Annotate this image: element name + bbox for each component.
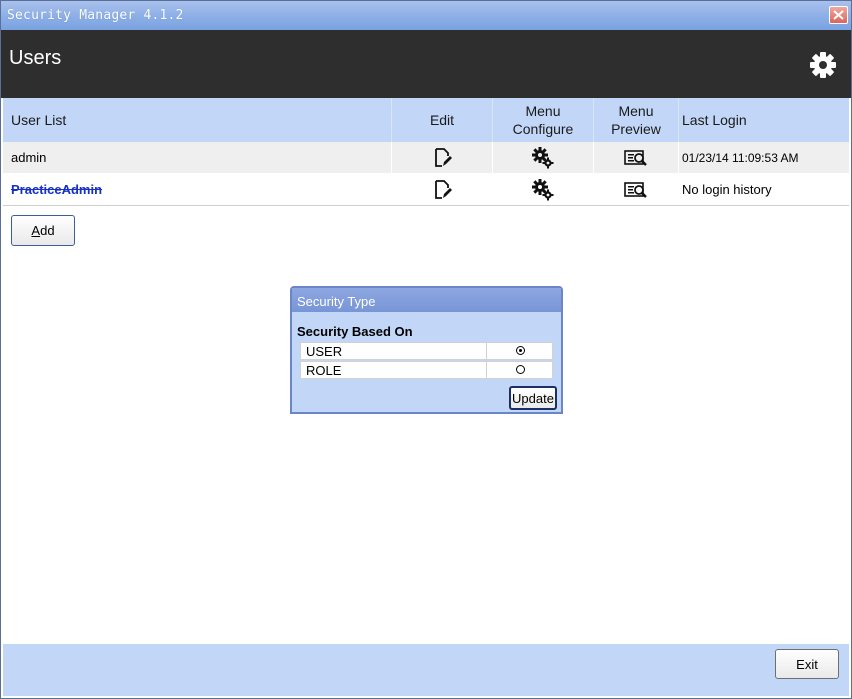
menu-configure-button[interactable]: [493, 142, 593, 173]
page-title: Users: [9, 47, 62, 69]
update-button[interactable]: Update: [509, 386, 557, 410]
title-bar[interactable]: Security Manager 4.1.2: [1, 1, 851, 30]
close-button[interactable]: [829, 6, 848, 24]
gear-icon[interactable]: [809, 51, 837, 79]
user-name[interactable]: PracticeAdmin: [11, 174, 391, 205]
close-icon: [833, 10, 844, 20]
menu-preview-button[interactable]: [594, 174, 678, 205]
menu-configure-button[interactable]: [493, 174, 593, 205]
edit-document-icon: [435, 179, 452, 199]
dialog-title: Security Type: [297, 294, 376, 309]
column-header-menu-configure[interactable]: Menu Configure: [493, 98, 593, 142]
app-window: Security Manager 4.1.2 Users User List E…: [0, 0, 852, 699]
radio-user[interactable]: [516, 346, 525, 355]
last-login-value: No login history: [682, 182, 772, 197]
security-based-on-label: Security Based On: [297, 324, 413, 339]
add-button-accel: A: [31, 223, 41, 238]
edit-document-icon: [435, 147, 452, 167]
window-title: Security Manager 4.1.2: [7, 8, 184, 23]
exit-button[interactable]: Exit: [775, 649, 839, 679]
gears-icon: [532, 146, 554, 168]
radio-role[interactable]: [516, 365, 525, 374]
edit-button[interactable]: [392, 142, 492, 173]
footer-bar: Exit: [3, 644, 849, 696]
option-label: ROLE: [306, 363, 342, 378]
column-header-menu-preview[interactable]: Menu Preview: [594, 98, 678, 142]
user-grid-header: User List Edit Menu Configure Menu Previ…: [3, 98, 849, 142]
security-option-user[interactable]: USER: [300, 342, 553, 360]
menu-preview-button[interactable]: [594, 142, 678, 173]
option-label: USER: [306, 344, 343, 359]
table-row[interactable]: PracticeAdmin No login history: [3, 174, 849, 206]
disabled-user-name[interactable]: PracticeAdmin: [11, 182, 102, 197]
user-name[interactable]: admin: [11, 142, 391, 173]
add-button-label: dd: [40, 223, 55, 238]
column-header-user-list[interactable]: User List: [11, 98, 391, 142]
add-user-button[interactable]: Add: [11, 215, 75, 246]
gears-icon: [532, 178, 554, 200]
preview-icon: [624, 181, 647, 198]
edit-button[interactable]: [392, 174, 492, 205]
table-row[interactable]: admin 01/23/14 11:09:53 AM: [3, 142, 849, 173]
dialog-title-bar[interactable]: Security Type: [292, 288, 561, 312]
security-option-role[interactable]: ROLE: [300, 361, 553, 379]
column-header-edit[interactable]: Edit: [392, 98, 492, 142]
preview-icon: [624, 149, 647, 166]
security-type-dialog: Security Type Security Based On USER ROL…: [290, 286, 563, 414]
column-header-last-login[interactable]: Last Login: [682, 98, 842, 142]
last-login-value: 01/23/14 11:09:53 AM: [682, 150, 799, 165]
page-header: Users: [1, 30, 851, 98]
